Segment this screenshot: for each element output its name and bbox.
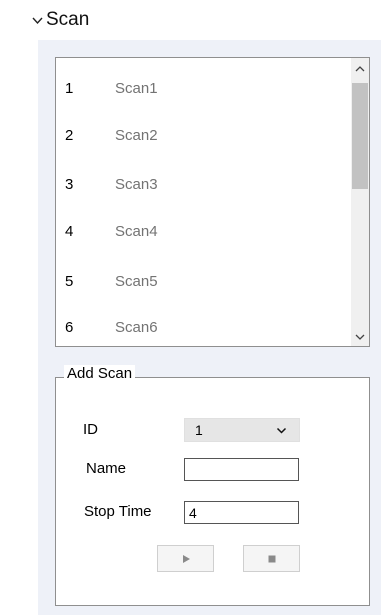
scroll-up-button[interactable] [351,60,369,78]
name-field[interactable] [184,458,299,481]
scan-name: Scan3 [115,175,158,193]
list-item[interactable]: 4 Scan4 [56,220,352,242]
scan-name: Scan5 [115,272,158,290]
scan-name: Scan6 [115,318,158,336]
stop-time-field[interactable] [184,501,299,524]
scan-name: Scan4 [115,222,158,240]
chevron-down-icon [32,17,43,24]
stop-time-label: Stop Time [84,503,152,520]
scan-id: 6 [65,318,74,336]
add-scan-legend: Add Scan [64,365,136,382]
scan-id: 3 [65,175,74,193]
scan-name: Scan1 [115,79,158,97]
scrollbar-thumb[interactable] [352,83,368,189]
scan-id: 5 [65,272,74,290]
chevron-down-icon [276,427,287,434]
list-item[interactable]: 1 Scan1 [56,77,352,99]
list-scrollbar[interactable] [351,58,369,346]
scan-list[interactable]: 1 Scan1 2 Scan2 3 Scan3 4 Scan4 5 Scan5 … [55,57,370,347]
section-header-scan[interactable]: Scan [32,6,89,34]
scan-name: Scan2 [115,126,158,144]
scan-id: 2 [65,126,74,144]
scroll-down-button[interactable] [351,328,369,346]
list-item[interactable]: 2 Scan2 [56,124,352,146]
play-icon [182,554,190,563]
chevron-up-icon [355,66,365,72]
stop-scan-button[interactable] [243,545,300,572]
stop-icon [268,555,275,562]
id-label: ID [83,421,98,438]
list-item[interactable]: 3 Scan3 [56,173,352,195]
list-item[interactable]: 6 Scan6 [56,316,352,338]
scan-id: 4 [65,222,74,240]
id-select[interactable]: 1 [184,418,300,442]
scan-id: 1 [65,79,74,97]
list-item[interactable]: 5 Scan5 [56,270,352,292]
id-select-value: 1 [195,422,203,438]
name-label: Name [86,460,127,477]
section-title: Scan [46,9,90,30]
start-scan-button[interactable] [157,545,214,572]
chevron-down-icon [355,334,365,340]
